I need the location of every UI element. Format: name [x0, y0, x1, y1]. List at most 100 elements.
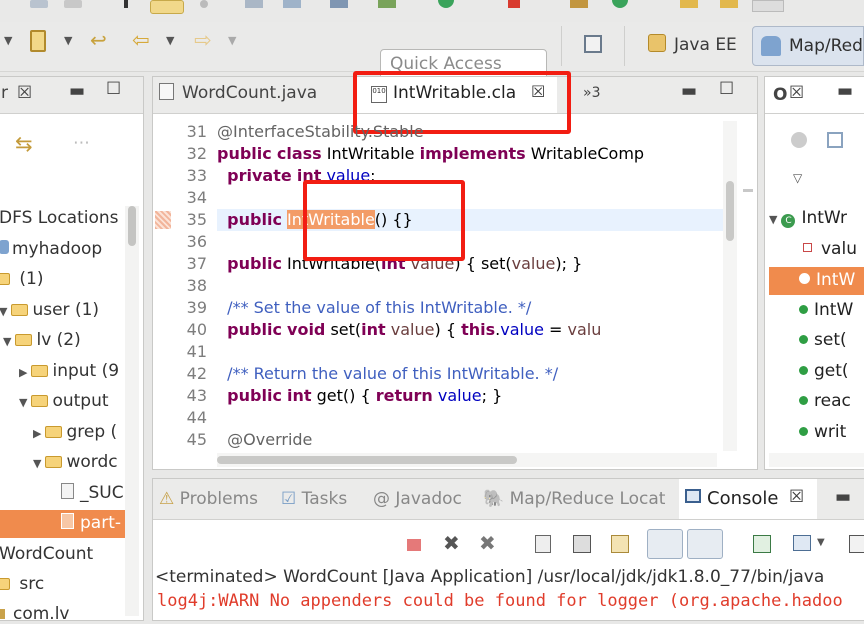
last-edit-icon[interactable]: ↩: [90, 28, 107, 52]
tree-item-src[interactable]: src: [0, 574, 44, 594]
terminate-icon[interactable]: [407, 539, 421, 551]
clear-console-icon[interactable]: [535, 535, 551, 553]
package-icon[interactable]: [570, 0, 588, 8]
maximize-icon[interactable]: ☐: [719, 79, 734, 107]
tab-javadoc[interactable]: @ Javadoc: [373, 489, 462, 517]
minimize-icon[interactable]: ▬: [681, 81, 697, 109]
collapsed-triangle-icon[interactable]: ▶: [33, 427, 41, 440]
print-icon[interactable]: [64, 0, 82, 8]
run-icon[interactable]: [378, 0, 396, 8]
word-wrap-icon[interactable]: [611, 535, 629, 553]
remove-all-terminated-icon[interactable]: ✖: [479, 531, 496, 555]
editor-vscrollbar-thumb[interactable]: [726, 181, 734, 241]
stop-icon[interactable]: [508, 0, 520, 8]
outline-item-set[interactable]: set(: [799, 330, 847, 350]
perspective-map-reduce-active[interactable]: Map/Red: [752, 26, 864, 66]
forward-arrow-icon[interactable]: ⇨: [194, 28, 212, 52]
perspective-switch-icon[interactable]: [752, 0, 784, 12]
expand-triangle-icon[interactable]: ▼: [0, 305, 7, 318]
close-icon[interactable]: ☒: [789, 83, 804, 111]
minimize-icon[interactable]: ▬: [837, 81, 853, 109]
show-console-stderr-toggle[interactable]: [687, 529, 723, 559]
scroll-lock-icon[interactable]: [573, 535, 591, 553]
open-perspective-icon[interactable]: [584, 35, 602, 53]
editor-hscrollbar-track[interactable]: [217, 453, 717, 467]
outline-item-get[interactable]: get(: [799, 361, 849, 381]
tree-item-user[interactable]: ▼ user (1): [0, 300, 99, 320]
expand-triangle-icon[interactable]: ▼: [19, 396, 27, 409]
tab-console-active[interactable]: Console ☒: [679, 479, 817, 519]
line-number: 33: [186, 166, 207, 185]
window-icon[interactable]: [245, 0, 263, 8]
tab-tasks[interactable]: ☑ Tasks: [281, 489, 347, 517]
play-icon[interactable]: [438, 0, 454, 8]
editor-hscrollbar-thumb[interactable]: [217, 456, 517, 464]
cursor-icon[interactable]: [124, 0, 128, 8]
outline-tab-label[interactable]: O: [773, 85, 787, 113]
folder-icon[interactable]: [720, 0, 738, 8]
maximize-icon[interactable]: ☐: [106, 79, 121, 107]
pin-console-icon[interactable]: [753, 535, 771, 553]
outline-item-readfields[interactable]: reac: [799, 391, 851, 411]
tree-item-output[interactable]: ▼ output: [19, 391, 109, 411]
tree-item-dfs-locations[interactable]: DFS Locations: [0, 208, 119, 228]
highlight-toggle-icon[interactable]: [150, 0, 184, 14]
layout-icon[interactable]: [283, 0, 301, 8]
editor-tab-wordcount[interactable]: WordCount.java: [159, 83, 317, 111]
tree-item-part-file[interactable]: part-: [61, 513, 121, 533]
tree-item-grep[interactable]: ▶ grep (: [33, 422, 117, 442]
explorer-tab-label[interactable]: r: [1, 83, 8, 111]
outline-item-constructor-selected[interactable]: IntW: [799, 270, 855, 290]
back-arrow-icon[interactable]: ⇦: [132, 28, 150, 52]
expand-triangle-icon[interactable]: ▼: [3, 335, 11, 348]
open-folder-icon[interactable]: [680, 0, 698, 8]
link-with-editor-icon[interactable]: ⇆: [15, 132, 33, 156]
view-menu-icon[interactable]: ▽: [793, 171, 802, 185]
tree-item-wordcount-project[interactable]: WordCount: [0, 544, 93, 564]
expand-triangle-icon[interactable]: ▼: [769, 213, 777, 226]
explorer-scrollbar-thumb[interactable]: [128, 206, 136, 246]
outline-hscrollbar[interactable]: [769, 453, 864, 467]
tree-item-success[interactable]: _SUC: [61, 483, 124, 503]
more-tabs-indicator[interactable]: »3: [583, 85, 600, 113]
tree-item-input[interactable]: ▶ input (9: [19, 361, 119, 381]
expand-triangle-icon[interactable]: ▼: [33, 457, 41, 470]
display-selected-console-icon[interactable]: [793, 535, 811, 551]
problems-icon: ⚠: [159, 489, 175, 509]
save-icon[interactable]: [30, 0, 48, 8]
minimize-icon[interactable]: ▬: [69, 81, 85, 109]
perspective-java-ee[interactable]: Java EE: [674, 35, 737, 55]
open-console-icon[interactable]: [849, 535, 864, 553]
outline-root[interactable]: ▼ C IntWr: [769, 208, 847, 228]
tab-problems[interactable]: ⚠ Problems: [159, 489, 258, 517]
tree-item-wordcount[interactable]: ▼ wordc: [33, 452, 118, 472]
next-annotation-icon[interactable]: [30, 30, 46, 52]
chevron-down-icon[interactable]: ▼: [166, 34, 174, 47]
editor-vscrollbar-track[interactable]: [723, 121, 737, 451]
sort-icon[interactable]: [791, 132, 807, 148]
monitor-icon[interactable]: [330, 0, 348, 8]
close-icon[interactable]: ☒: [17, 83, 32, 111]
explorer-scrollbar-track[interactable]: [125, 206, 139, 616]
tree-item-myhadoop[interactable]: myhadoop: [0, 239, 102, 259]
tree-item-lv[interactable]: ▼ lv (2): [3, 330, 81, 350]
outline-item-write[interactable]: writ: [799, 422, 846, 442]
minimize-icon[interactable]: ▬: [835, 487, 851, 515]
collapsed-triangle-icon[interactable]: ▶: [19, 366, 27, 379]
tab-map-reduce-locations[interactable]: 🐘 Map/Reduce Locat: [483, 489, 665, 517]
code-area[interactable]: 31 @InterfaceStability.Stable 32 public cl…: [153, 121, 759, 471]
remove-launch-icon[interactable]: ✖: [443, 531, 460, 555]
close-icon[interactable]: ☒: [789, 487, 804, 507]
tree-item-root[interactable]: (1): [0, 269, 44, 289]
chevron-down-icon[interactable]: ▼: [817, 537, 825, 548]
debug-icon[interactable]: [612, 0, 628, 8]
tree-item-com-lv[interactable]: com.lv: [0, 604, 70, 624]
collapse-icon[interactable]: ⋯: [73, 133, 90, 153]
hide-fields-icon[interactable]: [827, 132, 843, 148]
outline-item-constructor[interactable]: IntW: [799, 300, 853, 320]
outline-item-value[interactable]: valu: [803, 239, 857, 259]
chevron-down-icon[interactable]: ▼: [64, 34, 72, 47]
chevron-down-icon[interactable]: ▼: [228, 34, 236, 47]
show-console-stdout-toggle[interactable]: [647, 529, 683, 559]
chevron-down-icon[interactable]: ▼: [4, 34, 12, 47]
